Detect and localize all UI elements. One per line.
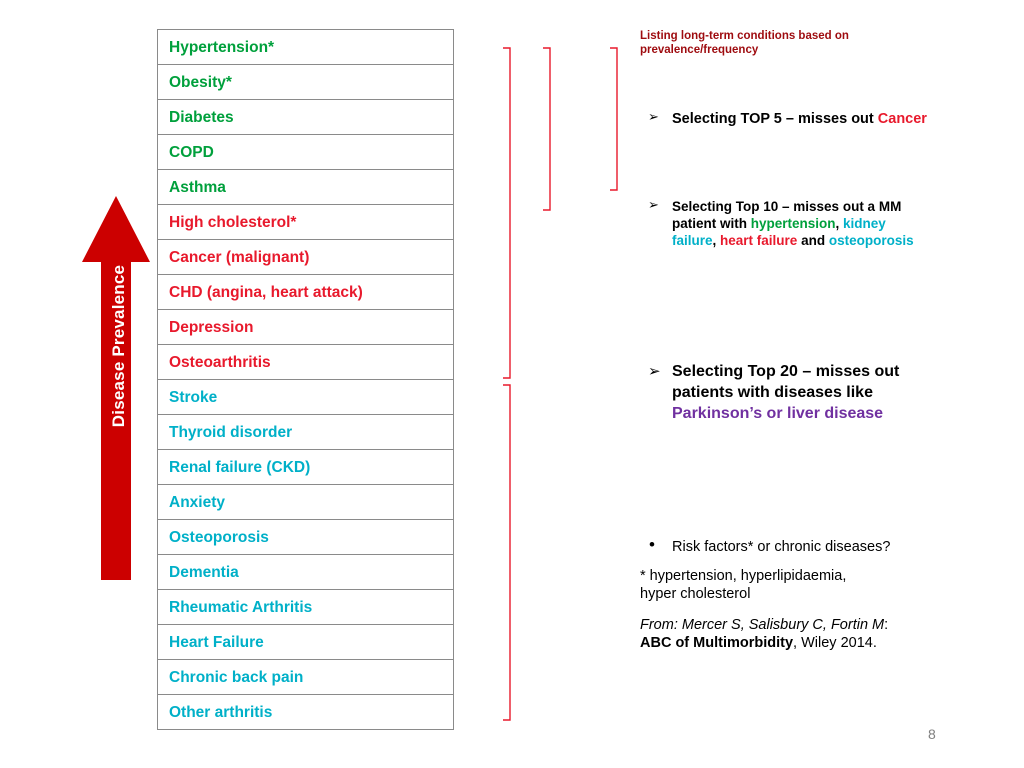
arrow-bullet-icon: ➢	[648, 198, 659, 213]
bullet-top5-text: Selecting TOP 5 – misses out	[672, 111, 878, 127]
grouping-brackets	[495, 30, 625, 730]
condition-label: Dementia	[169, 564, 239, 581]
source-citation: From: Mercer S, Salisbury C, Fortin M: A…	[640, 617, 990, 652]
bullet-top10-line2-pre: patient with	[672, 216, 751, 232]
condition-label: COPD	[169, 144, 214, 161]
bullet-top5: ➢ Selecting TOP 5 – misses out Cancer	[640, 110, 1022, 129]
term-heart-failure: heart failure	[720, 233, 798, 249]
condition-label: Stroke	[169, 389, 218, 406]
condition-label: Osteoarthritis	[169, 354, 271, 371]
bracket-top20	[503, 47, 511, 379]
list-item: Stroke	[158, 380, 453, 415]
condition-label: Chronic back pain	[169, 669, 304, 686]
bullet-top20-line2: patients with diseases like	[672, 383, 873, 401]
footnote: * hypertension, hyperlipidaemia, hyper c…	[640, 568, 990, 603]
arrow-bullet-icon: ➢	[648, 110, 659, 125]
condition-label: Asthma	[169, 179, 226, 196]
source-colon: :	[884, 617, 889, 633]
notes-title-line2: prevalence/frequency	[640, 43, 759, 56]
list-item: Asthma	[158, 170, 453, 205]
arrow-shape	[82, 196, 150, 580]
list-item: Obesity*	[158, 65, 453, 100]
condition-label: Cancer (malignant)	[169, 249, 310, 266]
list-item: High cholesterol*	[158, 205, 453, 240]
footnote-line1: * hypertension, hyperlipidaemia,	[640, 568, 847, 584]
term-failure: failure	[672, 233, 713, 249]
term-osteoporosis: osteoporosis	[828, 233, 914, 249]
page-number: 8	[928, 726, 936, 742]
bullet-top5-highlight: Cancer	[877, 111, 927, 127]
condition-list: Hypertension* Obesity* Diabetes COPD Ast…	[157, 29, 454, 730]
condition-label: CHD (angina, heart attack)	[169, 284, 363, 301]
term-hypertension: hypertension	[750, 216, 836, 232]
notes-title-line1: Listing long-term conditions based on	[640, 30, 849, 42]
list-item: Anxiety	[158, 485, 453, 520]
list-item: Rheumatic Arthritis	[158, 590, 453, 625]
dot-bullet-icon: •	[649, 535, 655, 554]
condition-label: Diabetes	[169, 109, 234, 126]
list-item: Renal failure (CKD)	[158, 450, 453, 485]
bullet-top20-line3: Parkinson’s or liver disease	[672, 404, 884, 422]
condition-label: Obesity*	[169, 74, 232, 91]
list-item: Osteoporosis	[158, 520, 453, 555]
condition-label: Hypertension*	[169, 39, 275, 56]
bracket-top5	[610, 47, 618, 191]
bracket-all	[503, 384, 511, 721]
list-item: Osteoarthritis	[158, 345, 453, 380]
condition-label: Thyroid disorder	[169, 424, 293, 441]
comma-1: ,	[835, 216, 844, 232]
condition-label: Heart Failure	[169, 634, 264, 651]
prevalence-arrow: Disease Prevalence	[82, 196, 150, 580]
list-item: Heart Failure	[158, 625, 453, 660]
condition-label: Other arthritis	[169, 704, 273, 721]
list-item: CHD (angina, heart attack)	[158, 275, 453, 310]
notes-title: Listing long-term conditions based on pr…	[640, 30, 990, 57]
condition-label: Anxiety	[169, 494, 225, 511]
bullet-top20-line1: Selecting Top 20 – misses out	[672, 363, 900, 380]
condition-label: Renal failure (CKD)	[169, 459, 311, 476]
source-authors: From: Mercer S, Salisbury C, Fortin M	[640, 617, 885, 633]
list-item: Diabetes	[158, 100, 453, 135]
condition-label: High cholesterol*	[169, 214, 297, 231]
bullet-risk-factors: • Risk factors* or chronic diseases?	[640, 535, 1022, 557]
list-item: Dementia	[158, 555, 453, 590]
bracket-top10	[543, 47, 551, 211]
source-book-title: ABC of Multimorbidity	[640, 634, 794, 651]
list-item: Chronic back pain	[158, 660, 453, 695]
bullet-top20: ➢ Selecting Top 20 – misses out patients…	[640, 362, 1002, 424]
list-item: Thyroid disorder	[158, 415, 453, 450]
condition-label: Rheumatic Arthritis	[169, 599, 313, 616]
bullet-top10: ➢ Selecting Top 10 – misses out a MM pat…	[640, 198, 1002, 249]
term-kidney: kidney	[843, 216, 886, 232]
condition-label: Osteoporosis	[169, 529, 269, 546]
bullet-risk-factors-text: Risk factors* or chronic diseases?	[672, 539, 891, 555]
condition-label: Depression	[169, 319, 254, 336]
arrow-bullet-icon: ➢	[648, 362, 661, 380]
list-item: Depression	[158, 310, 453, 345]
list-item: Cancer (malignant)	[158, 240, 453, 275]
source-publisher: , Wiley 2014.	[793, 634, 877, 651]
footnote-line2: hyper cholesterol	[640, 585, 751, 602]
comma-2: ,	[712, 233, 721, 249]
list-item: Hypertension*	[158, 30, 453, 65]
conjunction-and: and	[797, 233, 829, 249]
notes-panel: Listing long-term conditions based on pr…	[640, 30, 990, 651]
list-item: Other arthritis	[158, 695, 453, 730]
bullet-top10-line1: Selecting Top 10 – misses out a MM	[672, 199, 902, 214]
list-item: COPD	[158, 135, 453, 170]
